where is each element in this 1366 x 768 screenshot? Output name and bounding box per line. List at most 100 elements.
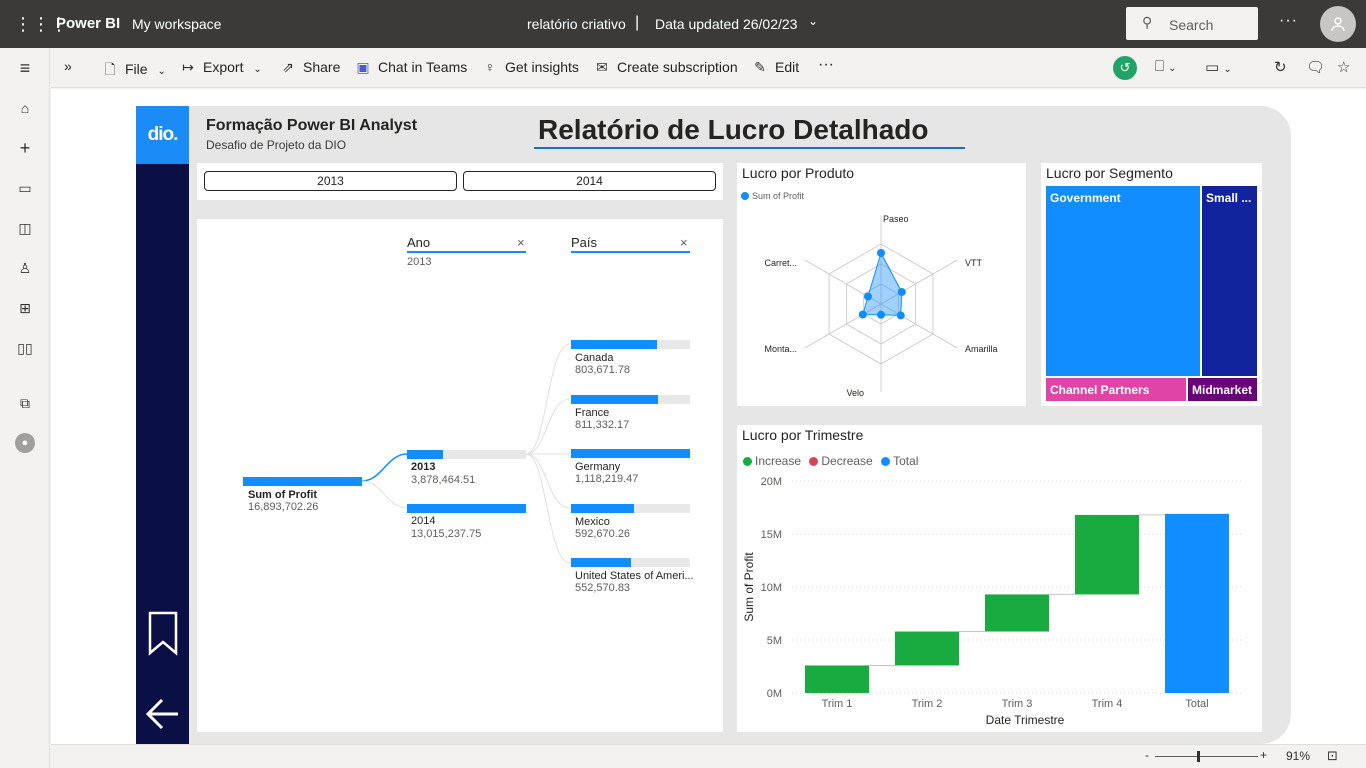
radar-data-point [896,311,905,320]
brand-label[interactable]: Power BI [56,15,120,32]
y-axis-title: Sum of Profit [742,552,756,622]
create-subscription-button[interactable]: ✉ Create subscription [593,59,738,76]
radar-data-point [864,292,873,301]
decomp-col-pais-header[interactable]: País [571,235,597,250]
datahub-icon[interactable]: ◫ [15,218,35,238]
radar-axis-label: Monta... [764,344,797,354]
treemap-channel-partners[interactable]: Channel Partners [1046,378,1186,401]
waterfall-bar [805,665,869,693]
refresh-icon[interactable]: ↻ [1274,58,1287,76]
decomp-country-bar[interactable] [571,449,690,458]
apps-icon[interactable]: ⊞ [15,298,35,318]
zoom-slider-thumb[interactable] [1197,751,1200,762]
decomp-col-ano-underline [407,251,526,253]
workspaces-icon[interactable]: ⧉ [15,393,35,413]
decomp-country-bar[interactable] [571,340,657,349]
export-label: Export [203,59,244,75]
decomp-country-bar[interactable] [571,558,631,567]
favorite-star-icon[interactable]: ☆ [1337,58,1350,76]
zoom-in-button[interactable]: + [1260,748,1267,762]
create-icon[interactable]: + [15,138,35,158]
slicer-2014-button[interactable]: 2014 [463,171,716,191]
view-menu-icon[interactable]: ▭ ⌄ [1205,58,1232,76]
decomp-country-label: Mexico [575,515,610,528]
subscription-label: Create subscription [617,59,738,75]
chat-label: Chat in Teams [378,59,468,75]
decomp-root-value: 16,893,702.26 [248,501,319,513]
browse-folder-icon[interactable]: ▭ [15,178,35,198]
close-icon[interactable]: × [517,235,525,250]
waterfall-card: Lucro por Trimestre Increase Decrease To… [737,425,1262,732]
decomp-root-label: Sum of Profit [248,489,318,501]
decomp-year-bar[interactable] [407,504,526,513]
share-button[interactable]: ⇗ Share [279,59,340,76]
hamburger-menu-icon[interactable]: ≡ [15,58,35,78]
more-actions-icon[interactable]: ··· [818,56,834,74]
data-updated-label[interactable]: Data updated 26/02/23 [655,16,797,32]
file-menu[interactable]: 🗋 File ⌄ [101,59,165,83]
slicer-2013-button[interactable]: 2013 [204,171,457,191]
decomp-country-bar[interactable] [571,503,634,513]
x-tick-label: Trim 4 [1092,698,1123,710]
teams-icon: ▣ [356,59,370,75]
decomp-col-ano-filter: 2013 [407,256,432,268]
waterfall-bar [985,594,1049,632]
decomp-year-value: 3,878,464.51 [411,474,476,486]
reset-icon[interactable]: ↺ [1113,56,1137,80]
workspace-link[interactable]: My workspace [132,16,221,32]
expand-icon[interactable]: » [64,58,72,74]
zoom-slider[interactable] [1155,756,1258,757]
decomp-root-bar[interactable] [243,477,362,486]
decomp-col-ano-header[interactable]: Ano [407,235,430,250]
zoom-out-button[interactable]: - [1145,748,1149,762]
radar-data-point [858,310,867,319]
radar-axis-label: Paseo [883,214,909,224]
radar-data-point [877,310,885,319]
decomp-country-value: 803,671.78 [575,364,631,376]
course-title: Formação Power BI Analyst [206,117,418,134]
treemap-midmarket[interactable]: Midmarket [1188,378,1257,401]
edit-button[interactable]: ✎ Edit [751,59,799,76]
export-menu[interactable]: ↦ Export ⌄ [179,59,262,76]
get-insights-button[interactable]: ♀ Get insights [481,59,579,75]
y-tick-label: 0M [767,688,782,700]
fit-to-page-icon[interactable]: ⊡ [1327,748,1338,764]
radar-axis-label: Amarilla [965,344,998,354]
decomp-country-label: Canada [575,352,614,364]
search-icon: ⚲ [1142,14,1153,30]
treemap-small-business[interactable]: Small ... [1202,186,1257,376]
chevron-down-icon[interactable]: ⌄ [808,14,818,28]
treemap-government[interactable]: Government [1046,186,1200,376]
avatar[interactable] [1320,6,1356,42]
comment-icon[interactable]: 🗨 [1306,58,1325,76]
more-options-icon[interactable]: ··· [1279,12,1298,30]
x-tick-label: Trim 3 [1002,698,1033,710]
decomp-country-value: 592,670.26 [575,527,631,540]
x-tick-label: Total [1185,698,1208,710]
search-placeholder: Search [1169,17,1214,33]
x-tick-label: Trim 1 [822,698,853,710]
back-arrow-icon[interactable] [145,697,181,731]
export-icon: ↦ [182,59,194,75]
learn-book-icon[interactable]: ▯▯ [15,338,35,358]
my-workspace-icon[interactable]: ● [15,433,35,453]
file-label: File [125,61,148,77]
waterfall-chart[interactable]: 0M 5M 10M 15M 20M Trim 1 Trim 2 Trim 3 Trim 4 Tot… [737,425,1262,732]
home-icon[interactable]: ⌂ [15,98,35,118]
app-launcher-icon[interactable]: ⋮⋮⋮ [14,14,68,34]
radar-axis-label: Carret... [764,258,797,268]
decomp-country-value: 1,118,219.47 [575,473,639,485]
bookmark-menu-icon[interactable]: ⎕ ⌄ [1155,58,1177,75]
bookmark-icon[interactable] [147,610,179,656]
lightbulb-icon: ♀ [484,59,496,75]
close-icon[interactable]: × [680,235,688,250]
course-subtitle: Desafio de Projeto da DIO [206,138,347,152]
decomp-country-bar[interactable] [571,394,658,404]
chat-in-teams-button[interactable]: ▣ Chat in Teams [354,59,467,76]
radar-axis-label: VTT [965,258,983,268]
decomp-year-bar[interactable] [407,450,443,459]
search-box[interactable]: ⚲ Search [1126,7,1258,40]
goals-trophy-icon[interactable]: ♙ [15,258,35,278]
treemap-card: Lucro por Segmento Government Small ... … [1041,163,1262,406]
radar-chart[interactable]: Paseo VTT Amarilla Velo Monta... Carret... [737,163,1026,406]
